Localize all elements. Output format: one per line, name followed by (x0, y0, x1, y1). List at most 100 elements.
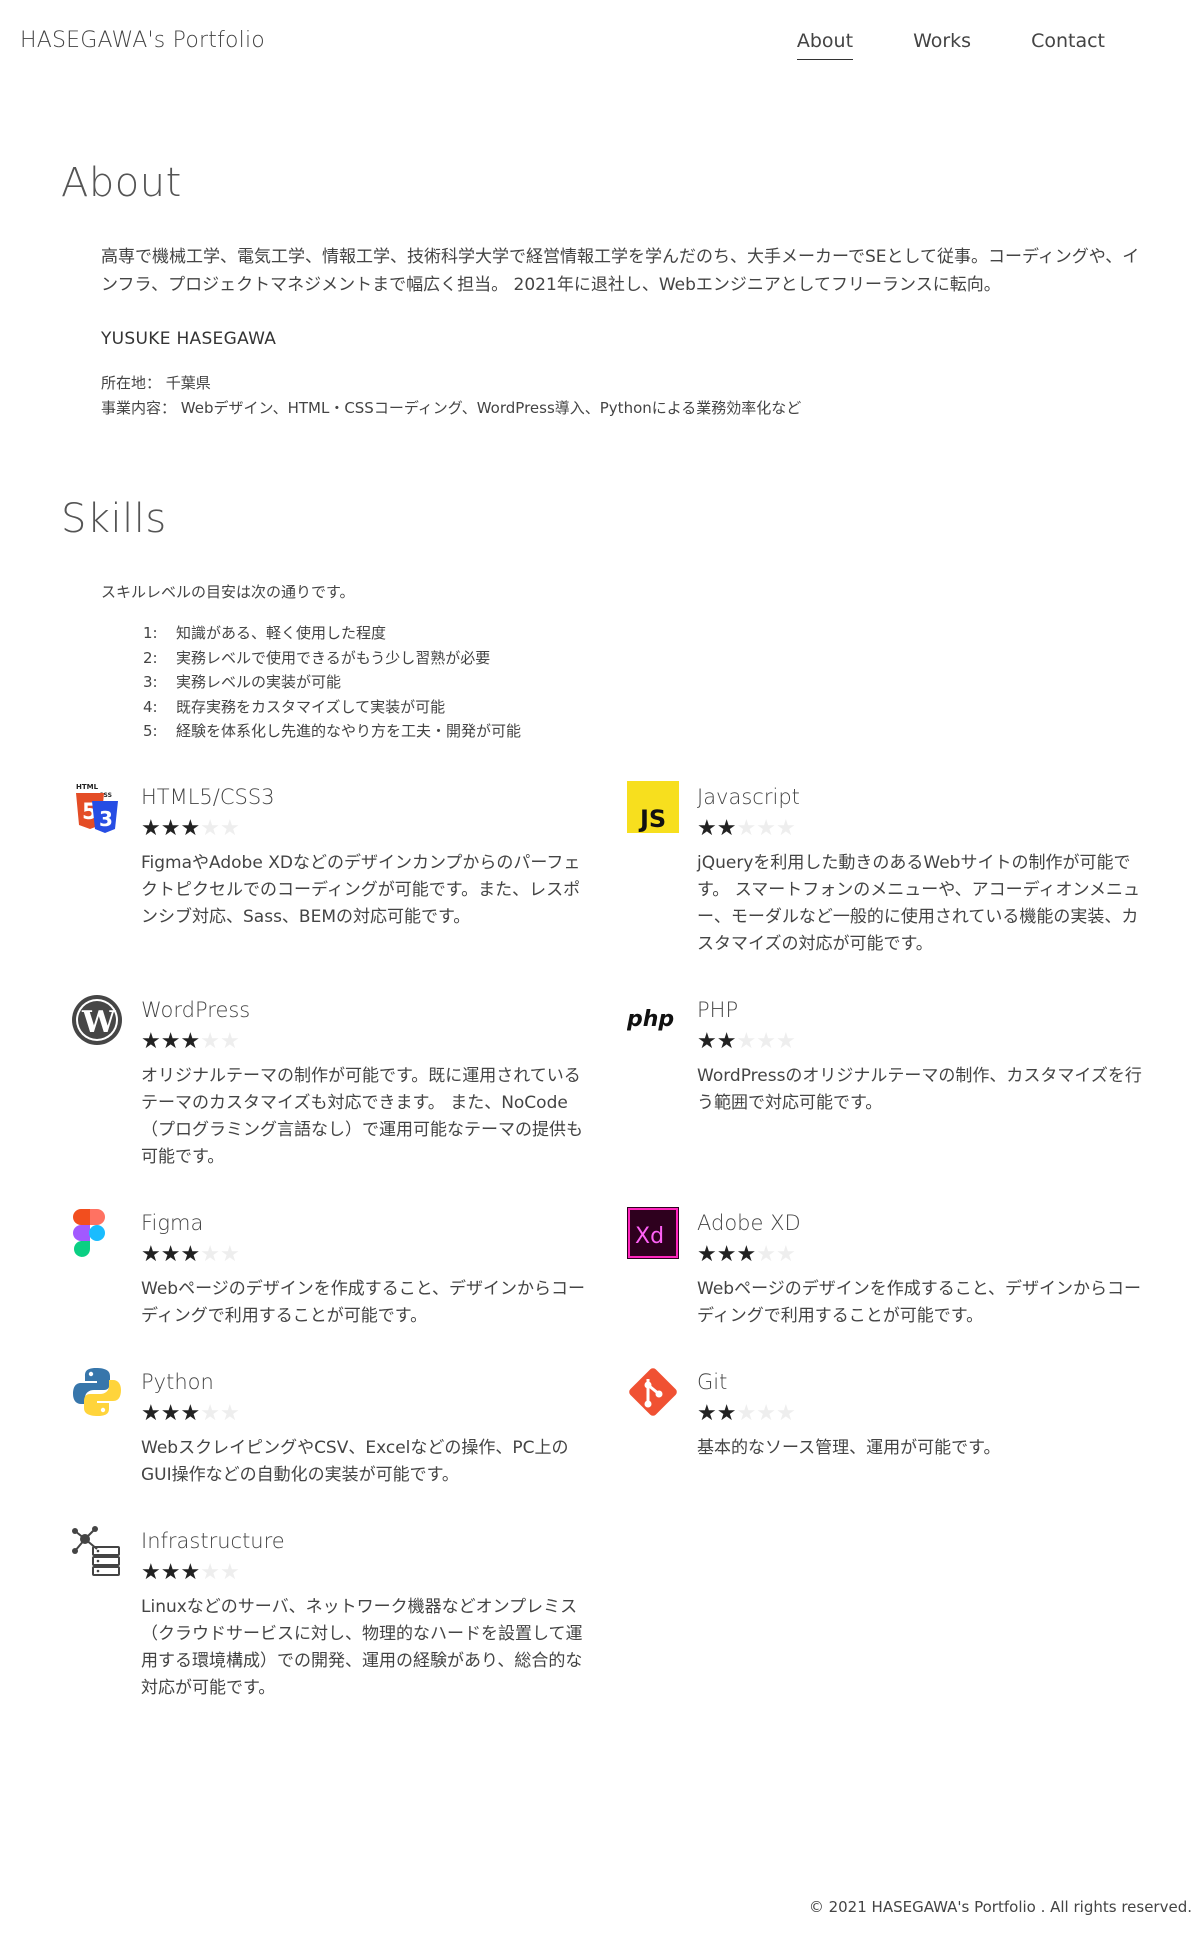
star-filled-icon: ★ (180, 1242, 201, 1267)
rating-stars: ★★★★★ (697, 1401, 796, 1427)
star-filled-icon: ★ (716, 1401, 737, 1426)
nav-about-link[interactable]: About (796, 30, 854, 60)
html5-css3-icon: HTML CSS 5 3 (71, 781, 123, 833)
skill-name: Git (697, 1370, 728, 1394)
javascript-icon: JS (627, 781, 679, 833)
svg-text:HTML: HTML (76, 783, 99, 791)
skill-name: Javascript (697, 785, 800, 809)
star-empty-icon: ★ (200, 1242, 220, 1267)
star-filled-icon: ★ (141, 816, 161, 841)
star-empty-icon: ★ (219, 1401, 240, 1426)
star-filled-icon: ★ (141, 1029, 161, 1054)
star-empty-icon: ★ (200, 816, 220, 841)
skill-name: Figma (141, 1211, 204, 1235)
skill-card-php: php PHP ★★★★★ WordPressのオリジナルテーマの制作、カスタマ… (627, 994, 1147, 1184)
skill-description: オリジナルテーマの制作が可能です。既に運用されているテーマのカスタマイズも対応で… (141, 1066, 583, 1167)
site-title[interactable]: HASEGAWA's Portfolio (20, 28, 265, 53)
location-text: 所在地： 千葉県 (101, 374, 211, 392)
rating-stars: ★★★★★ (697, 1029, 796, 1055)
star-empty-icon: ★ (775, 1401, 796, 1426)
svg-text:Xd: Xd (635, 1224, 664, 1249)
python-icon (71, 1366, 123, 1418)
skills-title: Skills (61, 496, 167, 542)
business-text: 事業内容： Webデザイン、HTML・CSSコーディング、WordPress導入… (101, 399, 802, 417)
skill-name: HTML5/CSS3 (141, 785, 275, 809)
skill-level-list: 1: 知識がある、軽く使用した程度 2: 実務レベルで使用できるがもう少し習熟が必要… (143, 621, 521, 744)
star-empty-icon: ★ (756, 1029, 776, 1054)
skill-card-wordpress: W WordPress ★★★★★ オリジナルテーマの制作が可能です。既に運用さ… (71, 994, 591, 1184)
star-filled-icon: ★ (141, 1242, 161, 1267)
wordpress-icon: W (71, 994, 123, 1046)
star-empty-icon: ★ (736, 1401, 757, 1426)
skill-level-item: 3: 実務レベルの実装が可能 (143, 673, 342, 691)
star-empty-icon: ★ (736, 1029, 757, 1054)
star-filled-icon: ★ (716, 816, 737, 841)
rating-stars: ★★★★★ (141, 1560, 240, 1586)
rating-stars: ★★★★★ (141, 1029, 240, 1055)
skill-level-item: 4: 既存実務をカスタマイズして実装が可能 (143, 697, 446, 716)
skill-description: Webページのデザインを作成すること、デザインからコーディングで利用することが可… (697, 1279, 1142, 1326)
star-filled-icon: ★ (697, 1242, 717, 1267)
skill-card-html-css: HTML CSS 5 3 HTML5/CSS3 ★★★★★ FigmaやAdob… (71, 781, 591, 971)
skill-name: Infrastructure (141, 1529, 285, 1553)
rating-stars: ★★★★★ (141, 1401, 240, 1427)
profile-name: YUSUKE HASEGAWA (101, 329, 277, 349)
nav-contact-link[interactable]: Contact (1031, 30, 1105, 60)
star-filled-icon: ★ (141, 1560, 161, 1585)
skill-level-item: 5: 経験を体系化し先進的なやり方を工夫・開発が可能 (143, 722, 522, 740)
nav-works-link[interactable]: Works (913, 30, 971, 60)
star-filled-icon: ★ (180, 1401, 201, 1426)
skill-name: PHP (697, 998, 739, 1022)
skill-description: Webページのデザインを作成すること、デザインからコーディングで利用することが可… (141, 1279, 586, 1326)
profile-info: 所在地： 千葉県 事業内容： Webデザイン、HTML・CSSコーディング、Wo… (101, 371, 801, 421)
star-filled-icon: ★ (697, 816, 717, 841)
star-empty-icon: ★ (756, 1401, 776, 1426)
skill-name: WordPress (141, 998, 251, 1022)
footer-copyright: © 2021 HASEGAWA's Portfolio . All rights… (808, 1898, 1192, 1916)
star-filled-icon: ★ (180, 1029, 201, 1054)
star-empty-icon: ★ (775, 1242, 796, 1267)
skill-card-javascript: JS Javascript ★★★★★ jQueryを利用した動きのあるWebサ… (627, 781, 1147, 971)
skill-description: 基本的なソース管理、運用が可能です。 (697, 1438, 1001, 1458)
skills-intro: スキルレベルの目安は次の通りです。 (101, 583, 355, 601)
about-title: About (61, 160, 182, 206)
star-empty-icon: ★ (219, 1560, 240, 1585)
star-filled-icon: ★ (160, 1401, 181, 1426)
star-filled-icon: ★ (160, 816, 181, 841)
star-filled-icon: ★ (697, 1401, 717, 1426)
star-filled-icon: ★ (697, 1029, 717, 1054)
skill-name: Adobe XD (697, 1211, 801, 1235)
rating-stars: ★★★★★ (697, 1242, 796, 1268)
star-empty-icon: ★ (756, 1242, 776, 1267)
skill-level-item: 1: 知識がある、軽く使用した程度 (143, 624, 387, 642)
star-empty-icon: ★ (219, 1029, 240, 1054)
svg-text:JS: JS (638, 805, 666, 833)
rating-stars: ★★★★★ (697, 816, 796, 842)
svg-text:3: 3 (99, 807, 113, 831)
star-empty-icon: ★ (200, 1560, 220, 1585)
star-filled-icon: ★ (180, 1560, 201, 1585)
star-empty-icon: ★ (736, 816, 757, 841)
star-empty-icon: ★ (756, 816, 776, 841)
star-filled-icon: ★ (736, 1242, 757, 1267)
star-empty-icon: ★ (200, 1401, 220, 1426)
star-filled-icon: ★ (160, 1242, 181, 1267)
skill-card-git: Git ★★★★★ 基本的なソース管理、運用が可能です。 (627, 1366, 1147, 1556)
skill-level-item: 2: 実務レベルで使用できるがもう少し習熟が必要 (143, 648, 491, 667)
skill-description: Linuxなどのサーバ、ネットワーク機器などオンプレミス（クラウドサービスに対し… (141, 1597, 583, 1698)
star-empty-icon: ★ (775, 1029, 796, 1054)
star-filled-icon: ★ (141, 1401, 161, 1426)
skill-description: WordPressのオリジナルテーマの制作、カスタマイズを行う範囲で対応可能です… (697, 1066, 1142, 1113)
svg-text:W: W (81, 1005, 117, 1040)
infrastructure-icon (71, 1525, 123, 1577)
skill-description: WebスクレイピングやCSV、Excelなどの操作、PC上のGUI操作などの自動… (141, 1438, 569, 1485)
star-empty-icon: ★ (775, 816, 796, 841)
php-icon: php (627, 994, 679, 1046)
star-filled-icon: ★ (180, 816, 201, 841)
star-filled-icon: ★ (716, 1029, 737, 1054)
star-filled-icon: ★ (716, 1242, 737, 1267)
star-filled-icon: ★ (160, 1029, 181, 1054)
star-empty-icon: ★ (200, 1029, 220, 1054)
rating-stars: ★★★★★ (141, 1242, 240, 1268)
skill-description: jQueryを利用した動きのあるWebサイトの制作が可能です。 スマートフォンの… (697, 853, 1140, 954)
